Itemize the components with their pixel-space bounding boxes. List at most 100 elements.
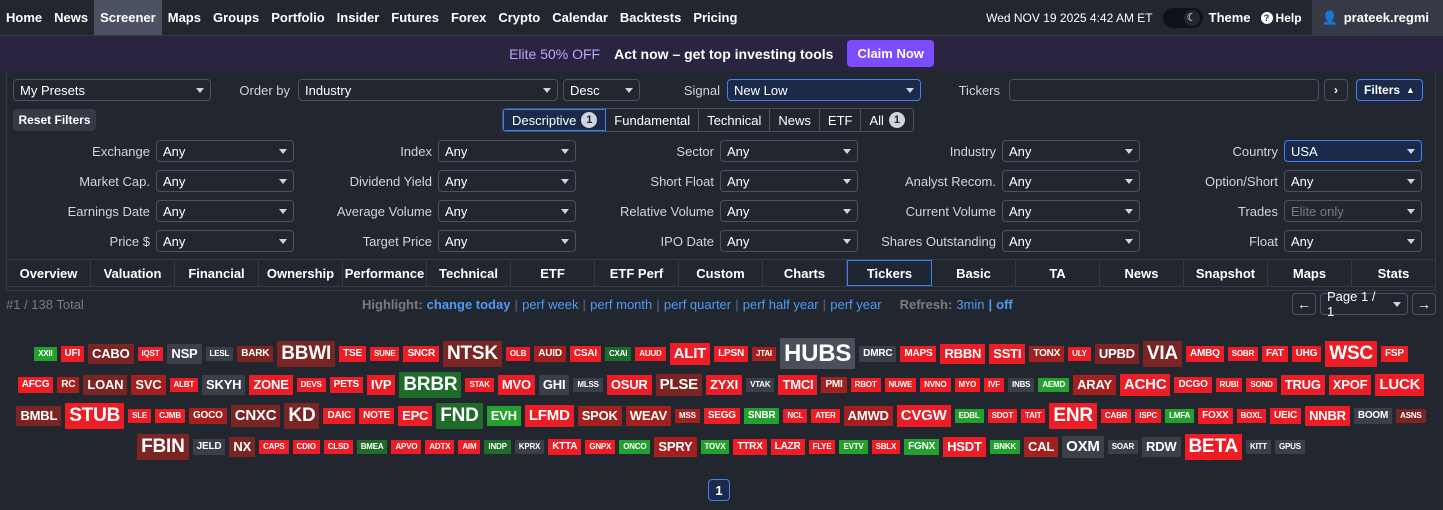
- ticker-nuwe[interactable]: NUWE: [884, 377, 917, 392]
- ticker-cnxc[interactable]: CNXC: [230, 404, 281, 427]
- nav-maps[interactable]: Maps: [162, 0, 207, 35]
- ticker-ivf[interactable]: IVF: [984, 377, 1004, 392]
- ticker-ncl[interactable]: NCL: [783, 408, 808, 423]
- ticker-myo[interactable]: MYO: [954, 377, 981, 392]
- ticker-hubs[interactable]: HUBS: [779, 338, 856, 369]
- ticker-mss[interactable]: MSS: [675, 408, 700, 423]
- ticker-lfmd[interactable]: LFMD: [524, 404, 574, 427]
- ticker-nsp[interactable]: NSP: [167, 343, 202, 364]
- ticker-achc[interactable]: ACHC: [1119, 373, 1171, 396]
- nav-forex[interactable]: Forex: [445, 0, 492, 35]
- ticker-kprx[interactable]: KPRX: [514, 439, 545, 454]
- claim-now-button[interactable]: Claim Now: [847, 40, 934, 67]
- ticker-dmrc[interactable]: DMRC: [859, 345, 897, 362]
- highlight-perf-quarter[interactable]: perf quarter: [664, 297, 731, 312]
- ticker-indp[interactable]: INDP: [484, 439, 511, 454]
- filter-select-ipo-date[interactable]: Any: [720, 230, 858, 252]
- ticker-asns[interactable]: ASNS: [1396, 408, 1426, 423]
- ticker-beta[interactable]: BETA: [1184, 433, 1243, 460]
- ticker-tonx[interactable]: TONX: [1029, 345, 1065, 362]
- ticker-jtai[interactable]: JTAI: [752, 346, 776, 361]
- ticker-goco[interactable]: GOCO: [188, 407, 227, 424]
- filter-select-float[interactable]: Any: [1284, 230, 1422, 252]
- ticker-ambq[interactable]: AMBQ: [1185, 345, 1224, 362]
- ticker-sdot[interactable]: SDOT: [987, 408, 1018, 423]
- ticker-fnd[interactable]: FND: [436, 402, 483, 429]
- ticker-foxx[interactable]: FOXX: [1198, 407, 1233, 424]
- filter-select-industry[interactable]: Any: [1002, 140, 1140, 162]
- ticker-devs[interactable]: DEVS: [296, 377, 326, 392]
- ticker-afcg[interactable]: AFCG: [17, 376, 54, 393]
- nav-insider[interactable]: Insider: [331, 0, 386, 35]
- ticker-dcgo[interactable]: DCGO: [1174, 376, 1212, 393]
- view-tab-ownership[interactable]: Ownership: [259, 260, 343, 286]
- ticker-evtv[interactable]: EVTV: [839, 439, 868, 454]
- ticker-apvo[interactable]: APVO: [391, 439, 422, 454]
- view-tab-basic[interactable]: Basic: [932, 260, 1016, 286]
- ticker-uhg[interactable]: UHG: [1291, 345, 1322, 362]
- view-tab-overview[interactable]: Overview: [7, 260, 91, 286]
- ticker-luck[interactable]: LUCK: [1375, 373, 1425, 396]
- order-direction-select[interactable]: Desc: [563, 79, 640, 101]
- refresh-off[interactable]: off: [996, 297, 1013, 312]
- ticker-zone[interactable]: ZONE: [249, 374, 293, 395]
- nav-groups[interactable]: Groups: [207, 0, 265, 35]
- ticker-wsc[interactable]: WSC: [1325, 340, 1377, 367]
- view-tab-performance[interactable]: Performance: [343, 260, 427, 286]
- nav-futures[interactable]: Futures: [385, 0, 445, 35]
- ticker-flye[interactable]: FLYE: [808, 439, 836, 454]
- ticker-ttrx[interactable]: TTRX: [733, 438, 767, 455]
- ticker-lmfa[interactable]: LMFA: [1165, 408, 1195, 423]
- ticker-segg[interactable]: SEGG: [703, 407, 740, 424]
- ticker-lpsn[interactable]: LPSN: [714, 345, 748, 362]
- ticker-bbwi[interactable]: BBWI: [277, 340, 336, 367]
- ticker-tse[interactable]: TSE: [339, 345, 366, 362]
- ticker-bmbl[interactable]: BMBL: [16, 405, 62, 426]
- ticker-daic[interactable]: DAIC: [323, 407, 356, 424]
- filter-tab-descriptive[interactable]: Descriptive 1: [503, 109, 607, 131]
- ticker-fgnx[interactable]: FGNX: [904, 438, 940, 455]
- view-tab-stats[interactable]: Stats: [1352, 260, 1435, 286]
- ticker-brbr[interactable]: BRBR: [399, 371, 462, 398]
- ticker-rbbn[interactable]: RBBN: [940, 343, 986, 364]
- ticker-fsp[interactable]: FSP: [1380, 345, 1408, 362]
- page-select[interactable]: Page 1 / 1: [1320, 289, 1408, 319]
- ticker-epc[interactable]: EPC: [398, 405, 433, 426]
- ticker-pmi[interactable]: PMI: [821, 376, 847, 393]
- ticker-rdw[interactable]: RDW: [1142, 436, 1181, 457]
- ticker-uly[interactable]: ULY: [1068, 346, 1091, 361]
- ticker-cvgw[interactable]: CVGW: [896, 404, 951, 427]
- ticker-trug[interactable]: TRUG: [1280, 374, 1325, 395]
- view-tab-ta[interactable]: TA: [1016, 260, 1100, 286]
- filter-select-exchange[interactable]: Any: [156, 140, 294, 162]
- ticker-osur[interactable]: OSUR: [606, 374, 652, 395]
- filter-select-current-volume[interactable]: Any: [1002, 200, 1140, 222]
- ticker-rc[interactable]: RC: [57, 376, 80, 393]
- ticker-via[interactable]: VIA: [1142, 340, 1182, 367]
- ticker-cxai[interactable]: CXAI: [604, 346, 632, 361]
- ticker-bmea[interactable]: BMEA: [356, 439, 388, 454]
- highlight-perf-month[interactable]: perf month: [590, 297, 652, 312]
- filter-select-earnings-date[interactable]: Any: [156, 200, 294, 222]
- ticker-nx[interactable]: NX: [229, 436, 256, 457]
- view-tab-maps[interactable]: Maps: [1268, 260, 1352, 286]
- filter-tab-news[interactable]: News: [770, 109, 820, 131]
- nav-backtests[interactable]: Backtests: [614, 0, 687, 35]
- ticker-ntsk[interactable]: NTSK: [442, 340, 502, 367]
- ticker-sblx[interactable]: SBLX: [871, 439, 901, 454]
- ticker-amwd[interactable]: AMWD: [843, 405, 893, 426]
- view-tab-news[interactable]: News: [1100, 260, 1184, 286]
- view-tab-snapshot[interactable]: Snapshot: [1184, 260, 1268, 286]
- filter-select-option-short[interactable]: Any: [1284, 170, 1422, 192]
- ticker-sle[interactable]: SLE: [128, 408, 152, 423]
- ticker-sune[interactable]: SUNE: [370, 346, 400, 361]
- user-menu[interactable]: 👤 prateek.regmi: [1311, 0, 1443, 35]
- ticker-gnpx[interactable]: GNPX: [585, 439, 616, 454]
- ticker-ater[interactable]: ATER: [811, 408, 840, 423]
- ticker-skyh[interactable]: SKYH: [202, 374, 246, 395]
- ticker-soar[interactable]: SOAR: [1107, 439, 1139, 454]
- ticker-lazr[interactable]: LAZR: [770, 438, 805, 455]
- ticker-evh[interactable]: EVH: [486, 405, 521, 426]
- ticker-stub[interactable]: STUB: [65, 402, 125, 429]
- ticker-gpus[interactable]: GPUS: [1275, 439, 1305, 454]
